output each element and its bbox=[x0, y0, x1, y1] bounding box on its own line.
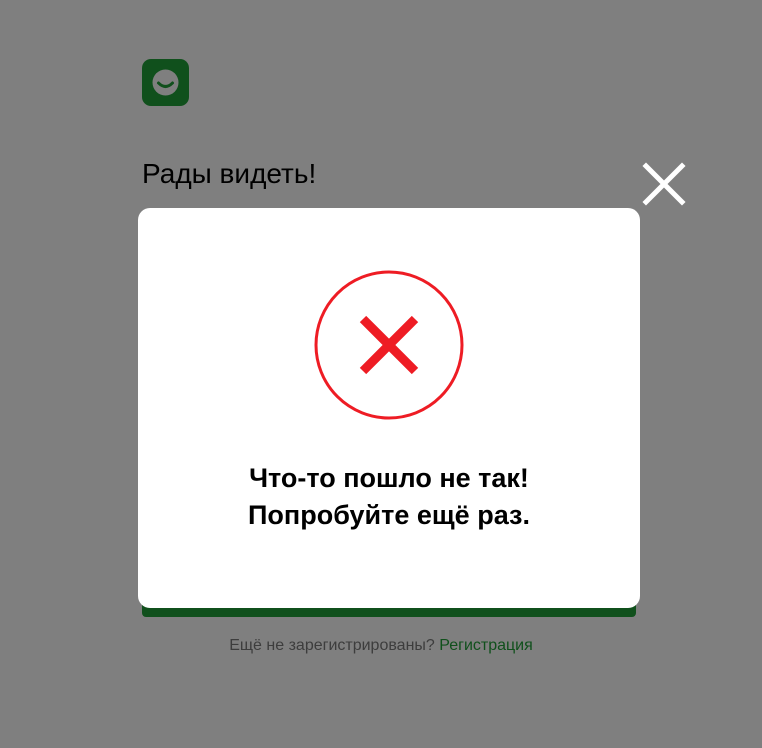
error-title-line-2: Попробуйте ещё раз. bbox=[248, 500, 530, 530]
close-icon[interactable] bbox=[638, 158, 690, 210]
error-cross-icon bbox=[314, 270, 464, 420]
error-modal: Что-то пошло не так! Попробуйте ещё раз. bbox=[138, 208, 640, 608]
error-title-line-1: Что-то пошло не так! bbox=[249, 463, 529, 493]
error-message: Что-то пошло не так! Попробуйте ещё раз. bbox=[138, 460, 640, 534]
modal-overlay[interactable]: Что-то пошло не так! Попробуйте ещё раз. bbox=[0, 0, 762, 748]
